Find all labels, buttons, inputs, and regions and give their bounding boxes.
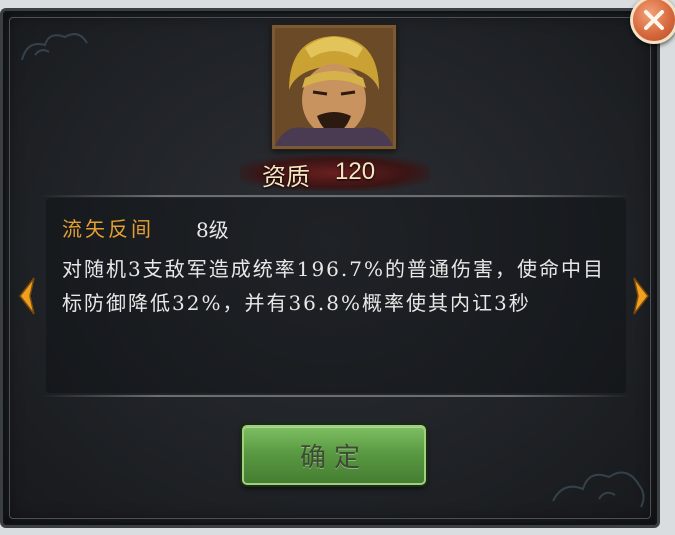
skill-name: 流矢反间 [62,217,154,241]
divider-bottom [40,395,630,397]
cloud-ornament-top-left [21,33,88,61]
skill-level: 8级 [196,218,229,242]
confirm-button[interactable]: 确定 [242,425,426,485]
cloud-ornament-bottom-right [552,471,645,508]
divider-top [40,195,630,197]
arrow-left-icon[interactable] [16,276,38,316]
general-portrait-icon [275,28,393,146]
arrow-right-icon[interactable] [630,276,652,316]
aptitude-label: 资质 [262,163,310,191]
confirm-button-label: 确定 [299,442,368,473]
general-portrait [272,25,396,149]
close-icon [644,10,664,30]
skill-description: 对随机3支敌军造成统率196.7%的普通伤害，使命中目标防御降低32%，并有36… [62,257,605,315]
aptitude-value: 120 [335,158,376,185]
close-button[interactable] [630,0,675,44]
